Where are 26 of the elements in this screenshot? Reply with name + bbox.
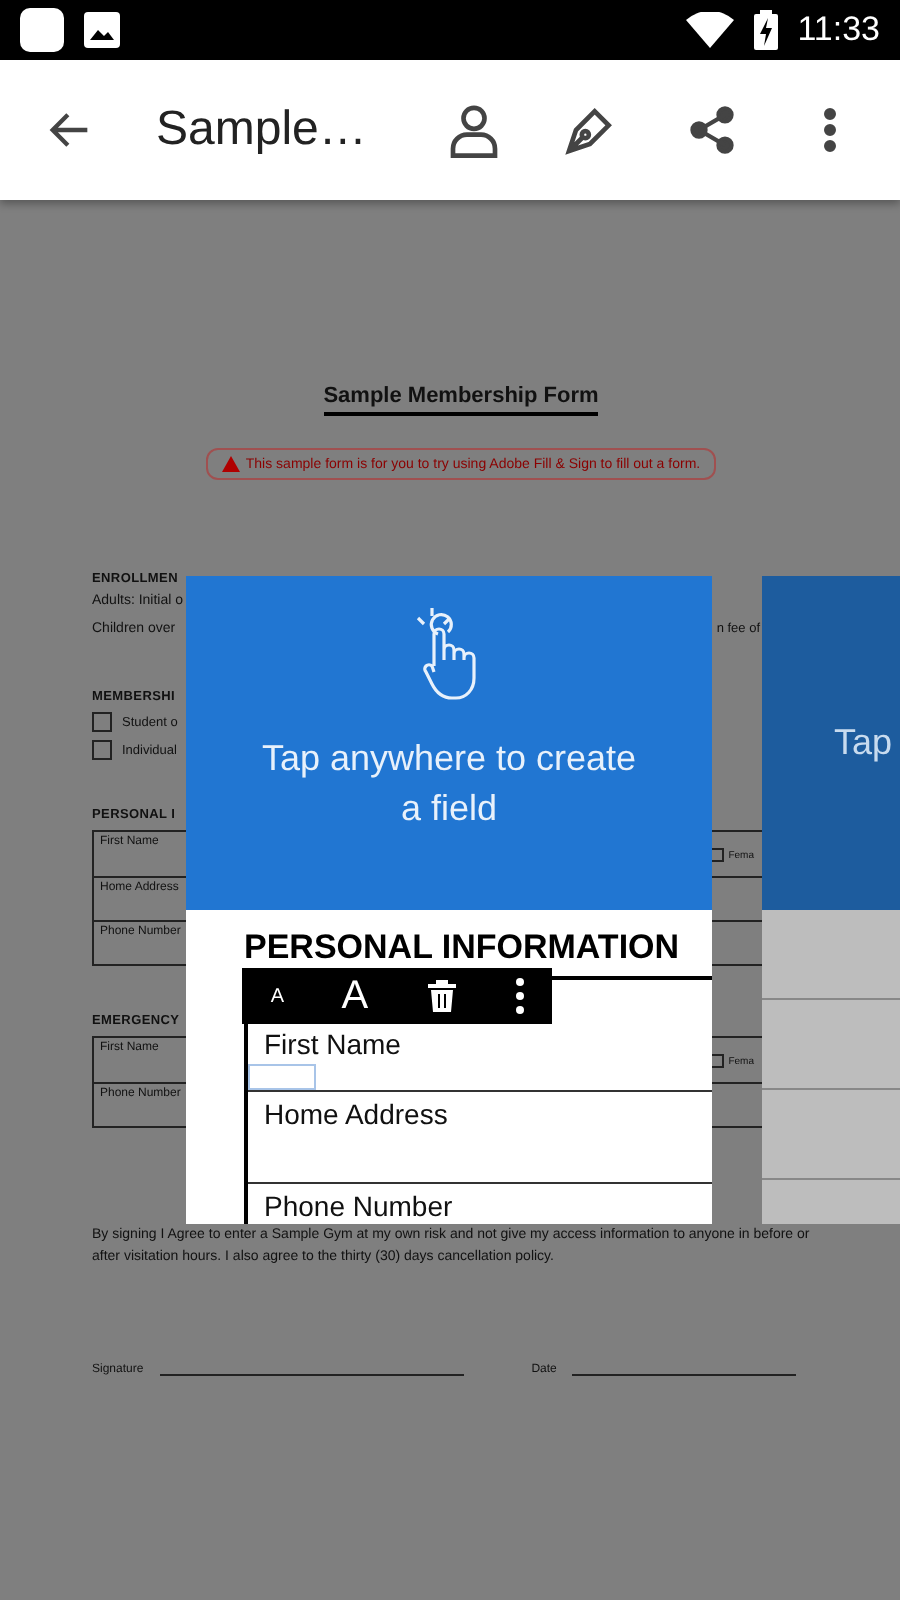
- instruction-text: Tap anywhere to create a field: [259, 736, 639, 832]
- checkbox[interactable]: [92, 740, 112, 760]
- more-icon[interactable]: [515, 978, 524, 1014]
- warning-icon: [221, 456, 240, 472]
- tutorial-card[interactable]: Tap anywhere to create a field PERSONAL INFORMATION A A First Name Home Address Phone Number: [186, 576, 712, 1224]
- tutorial-card[interactable]: Tap: [762, 576, 900, 1224]
- text-field[interactable]: [248, 1064, 316, 1090]
- instruction-text: Tap: [834, 720, 893, 766]
- decrease-size-button[interactable]: A: [270, 985, 285, 1007]
- share-icon[interactable]: [686, 104, 738, 156]
- field-label: Home Address: [264, 1098, 448, 1130]
- pen-icon[interactable]: [562, 102, 618, 158]
- section-heading: PERSONAL INFORMATION: [244, 928, 682, 968]
- wifi-icon: [685, 12, 734, 48]
- field-label: First Name: [264, 1028, 401, 1060]
- delete-button[interactable]: [425, 978, 458, 1014]
- battery-icon: [753, 10, 778, 50]
- form-title: Sample Membership Form: [323, 384, 599, 416]
- document-title: Sample…: [156, 102, 369, 158]
- clock-text: 11:33: [797, 10, 880, 50]
- person-icon[interactable]: [446, 100, 502, 160]
- checkbox[interactable]: [92, 712, 112, 732]
- field-label: Phone Number: [264, 1190, 453, 1222]
- increase-size-button[interactable]: A: [341, 973, 369, 1019]
- app-icon: [20, 8, 64, 52]
- image-icon: [84, 12, 120, 48]
